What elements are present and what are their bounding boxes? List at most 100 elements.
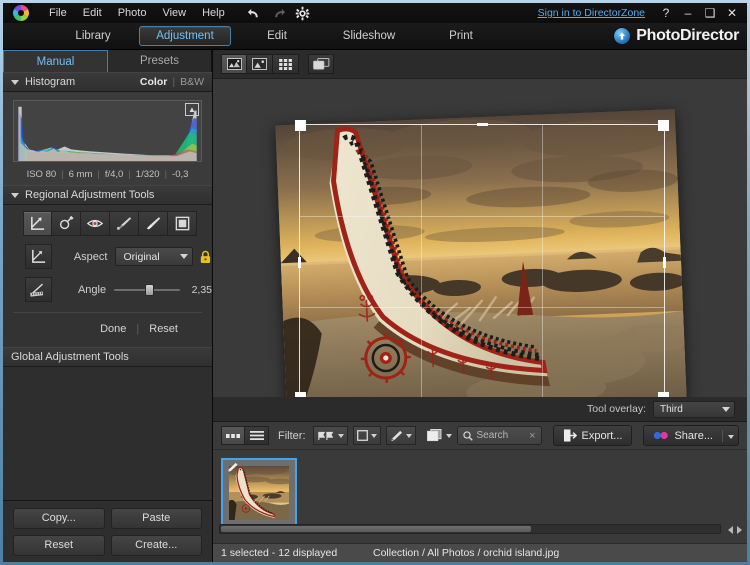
left-panel: Manual Presets Histogram Color | B&W — [3, 50, 213, 565]
regional-adjustment-title: Regional Adjustment Tools — [25, 189, 154, 201]
crop-handle-middle-left[interactable] — [298, 257, 301, 268]
histogram-section-header[interactable]: Histogram Color | B&W — [3, 72, 212, 92]
nav-tab-edit[interactable]: Edit — [231, 26, 323, 46]
crop-icon — [30, 248, 47, 265]
crop-handle-middle-right[interactable] — [663, 257, 666, 268]
red-eye-icon — [86, 215, 104, 232]
crop-handle-top-left[interactable] — [295, 120, 306, 131]
crop-handle-top-center[interactable] — [477, 123, 488, 126]
redo-icon[interactable] — [271, 6, 286, 21]
tool-overlay-select[interactable]: Third — [653, 401, 735, 418]
filmstrip-scrollbar-thumb[interactable] — [221, 526, 531, 532]
thumbnail-view-button[interactable] — [221, 426, 245, 445]
adjustment-selection-brush-tool[interactable] — [139, 211, 168, 236]
chevron-down-icon — [11, 193, 19, 198]
before-after-view-button[interactable] — [308, 54, 334, 74]
crop-rotate-tool[interactable] — [23, 211, 52, 236]
histogram-graph: ▲ — [13, 100, 202, 162]
compare-view-button[interactable] — [221, 54, 247, 74]
view-mode-toolbar — [213, 50, 747, 79]
minimize-button[interactable]: – — [677, 4, 699, 22]
reset-regional-button[interactable]: Reset — [139, 321, 188, 337]
create-preset-button[interactable]: Create... — [111, 535, 203, 556]
close-button[interactable]: ✕ — [721, 4, 743, 22]
filter-label: Filter: — [278, 430, 306, 442]
nav-tab-slideshow[interactable]: Slideshow — [323, 26, 415, 46]
menu-view[interactable]: View — [154, 5, 194, 21]
gradient-mask-tool[interactable] — [168, 211, 197, 236]
nav-tab-adjustment[interactable]: Adjustment — [139, 26, 231, 46]
menu-photo[interactable]: Photo — [110, 5, 155, 21]
angle-value: 2,35 — [180, 284, 212, 296]
selection-brush-icon — [144, 215, 162, 232]
tab-presets[interactable]: Presets — [108, 50, 212, 72]
stack-filter-chip[interactable] — [427, 429, 452, 442]
help-button[interactable]: ? — [655, 4, 677, 22]
chevron-down-icon — [406, 434, 412, 438]
copy-button[interactable]: Copy... — [13, 508, 105, 529]
angle-slider[interactable] — [114, 283, 180, 297]
crop-handle-top-right[interactable] — [658, 120, 669, 131]
histogram-mode-color[interactable]: Color — [140, 76, 167, 88]
paste-button[interactable]: Paste — [111, 508, 203, 529]
regional-adjustment-section-header[interactable]: Regional Adjustment Tools — [3, 185, 212, 205]
titlebar-tool-icons — [247, 6, 310, 21]
done-button[interactable]: Done — [90, 321, 136, 337]
window-controls: Sign in to DirectorZone ? – ❑ ✕ — [538, 4, 747, 22]
global-adjustment-section-header[interactable]: Global Adjustment Tools — [3, 347, 212, 367]
tab-manual[interactable]: Manual — [3, 50, 108, 72]
settings-gear-icon[interactable] — [295, 6, 310, 21]
nav-tab-library[interactable]: Library — [47, 26, 139, 46]
share-dropdown-icon[interactable] — [722, 430, 734, 442]
crop-handle-bottom-right[interactable] — [658, 392, 669, 397]
photo-canvas[interactable] — [213, 79, 747, 397]
photodirector-window: File Edit Photo View Help — [0, 0, 750, 565]
exif-info-bar: ISO 80 | 6 mm | f/4,0 | 1/320 | -0,3 — [3, 166, 212, 185]
left-panel-footer: Copy... Paste Reset Create... — [3, 500, 212, 565]
histogram-mode-bw[interactable]: B&W — [180, 76, 204, 88]
tag-filter-chip[interactable] — [386, 426, 416, 445]
menu-edit[interactable]: Edit — [75, 5, 110, 21]
rating-filter-chip[interactable] — [353, 426, 381, 445]
nav-tab-print[interactable]: Print — [415, 26, 507, 46]
export-button[interactable]: Export... — [553, 425, 633, 446]
thumbnail-orchid-island[interactable] — [221, 458, 297, 528]
crop-handle-bottom-left[interactable] — [295, 392, 306, 397]
histogram-container: ▲ — [3, 92, 212, 166]
flag-filter-chip[interactable] — [313, 426, 348, 445]
aspect-lock-icon[interactable] — [199, 250, 212, 264]
red-eye-removal-tool[interactable] — [81, 211, 110, 236]
share-button[interactable]: Share... — [643, 425, 739, 446]
maximize-button[interactable]: ❑ — [699, 4, 721, 22]
straighten-button[interactable] — [25, 277, 52, 302]
spot-removal-tool[interactable] — [52, 211, 81, 236]
search-input[interactable] — [477, 430, 526, 441]
right-area: Tool overlay: Third — [213, 50, 747, 565]
scroll-left-icon[interactable] — [728, 526, 733, 534]
scroll-right-icon[interactable] — [737, 526, 742, 534]
thumbnail-strip — [213, 450, 747, 538]
grid-view-button[interactable] — [273, 54, 299, 74]
crop-mode-button[interactable] — [25, 244, 52, 269]
angle-slider-knob[interactable] — [145, 284, 154, 296]
sign-in-directorzone-link[interactable]: Sign in to DirectorZone — [538, 7, 645, 19]
crop-guide-horizontal-1 — [300, 216, 664, 217]
single-photo-view-button[interactable] — [247, 54, 273, 74]
clear-search-icon[interactable]: × — [529, 430, 535, 442]
reset-all-button[interactable]: Reset — [13, 535, 105, 556]
aspect-row: Aspect Original — [3, 244, 212, 269]
search-box[interactable]: × — [457, 426, 542, 445]
filmstrip-toolbar: Filter: — [213, 422, 747, 450]
list-view-button[interactable] — [245, 426, 269, 445]
adjustment-brush-tool[interactable] — [110, 211, 139, 236]
chevron-down-icon — [180, 254, 188, 259]
menu-file[interactable]: File — [41, 5, 75, 21]
crop-rectangle[interactable] — [299, 124, 665, 397]
flag-filter-icon — [317, 431, 335, 441]
compare-view-icon — [227, 58, 242, 70]
menu-help[interactable]: Help — [194, 5, 233, 21]
aspect-select[interactable]: Original — [115, 247, 193, 266]
filmstrip-scrollbar[interactable] — [219, 524, 721, 534]
undo-icon[interactable] — [247, 6, 262, 21]
highlight-clipping-warning-icon[interactable]: ▲ — [185, 103, 199, 116]
